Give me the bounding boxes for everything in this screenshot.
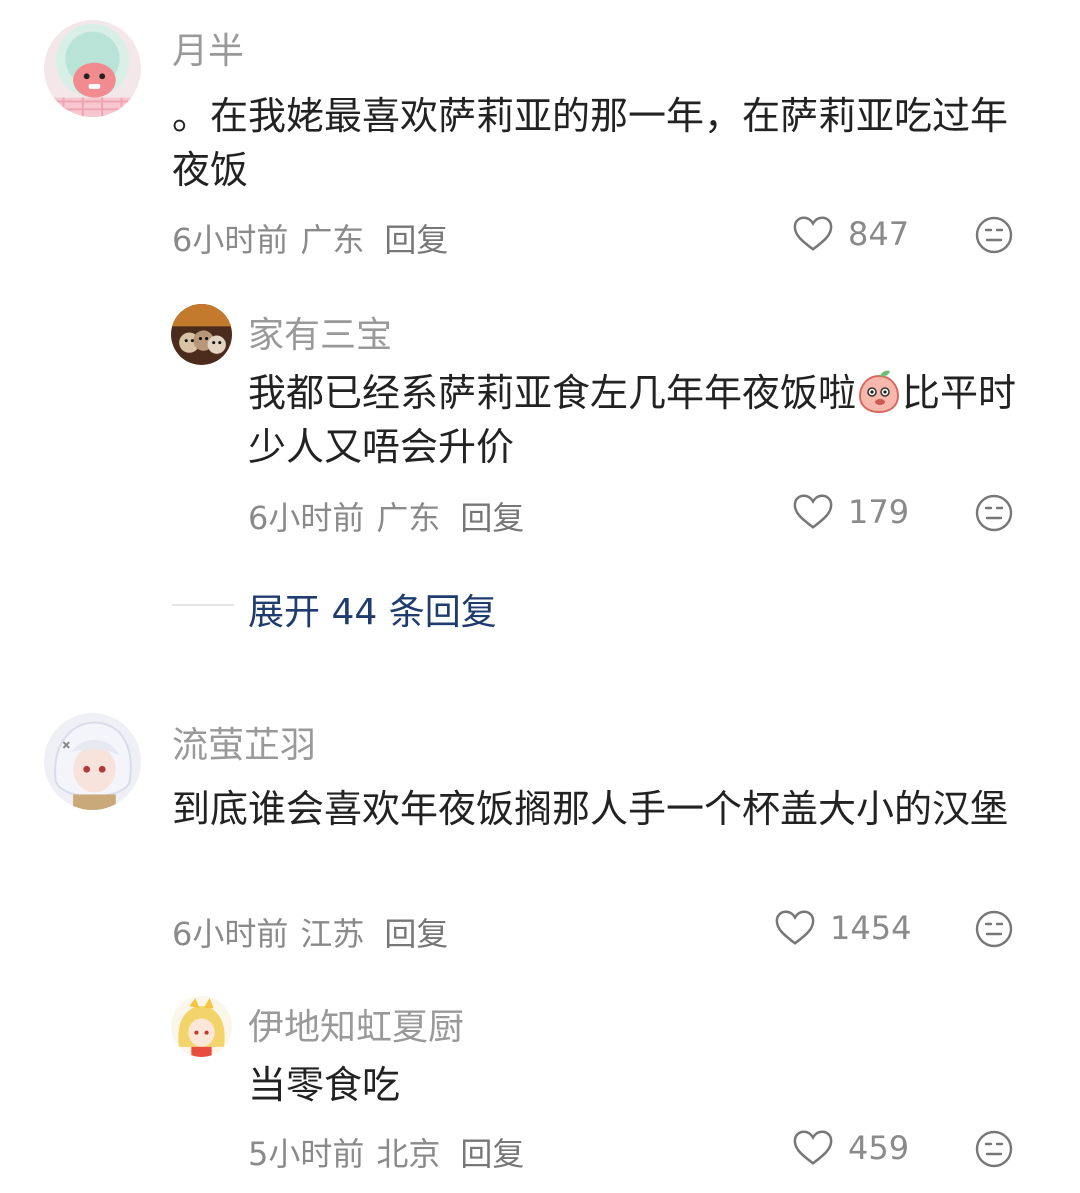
cats-photo-avatar-icon xyxy=(171,304,232,365)
user-avatar[interactable] xyxy=(44,20,141,117)
reply-button[interactable]: 回复 xyxy=(384,915,448,953)
dislike-face-icon[interactable] xyxy=(974,909,1014,949)
reply-meta: 6小时前 广东 回复 xyxy=(248,493,536,539)
comment-time: 6小时前 xyxy=(172,221,289,259)
like-count: 179 xyxy=(848,493,910,531)
reply-avatar[interactable] xyxy=(171,304,232,365)
anime-girl-avatar-icon xyxy=(44,713,141,810)
like-button[interactable]: 179 xyxy=(792,490,909,534)
heart-icon xyxy=(793,494,833,529)
reply-location: 北京 xyxy=(376,1135,441,1173)
comment-location: 广东 xyxy=(300,221,365,259)
like-count: 847 xyxy=(848,215,910,253)
dislike-face-icon[interactable] xyxy=(974,215,1014,255)
expand-replies-button[interactable]: 展开 44 条回复 xyxy=(248,583,497,635)
like-button[interactable]: 847 xyxy=(792,212,909,256)
comment-text[interactable]: 。在我姥最喜欢萨莉亚的那一年，在萨莉亚吃过年夜饭 xyxy=(172,89,1018,197)
reply-author[interactable]: 家有三宝 xyxy=(248,306,392,358)
dislike-face-icon[interactable] xyxy=(974,1129,1014,1169)
like-button[interactable]: 1454 xyxy=(774,906,911,950)
user-avatar[interactable] xyxy=(44,713,141,810)
heart-icon xyxy=(793,1130,833,1165)
like-button[interactable]: 459 xyxy=(792,1126,909,1170)
reply-avatar[interactable] xyxy=(171,996,232,1057)
comment-author[interactable]: 流萤芷羽 xyxy=(172,716,316,768)
reply-button[interactable]: 回复 xyxy=(384,221,448,259)
reply-time: 6小时前 xyxy=(248,499,365,537)
peach-emoji-icon xyxy=(859,370,900,414)
heart-icon xyxy=(775,910,815,945)
heart-icon xyxy=(793,216,833,251)
reply-author[interactable]: 伊地知虹夏厨 xyxy=(248,998,464,1050)
reply-text-part: 我都已经系萨莉亚食左几年年夜饭啦 xyxy=(248,371,857,415)
anime-blonde-avatar-icon xyxy=(171,996,232,1057)
reply-time: 5小时前 xyxy=(248,1135,365,1173)
reply-button[interactable]: 回复 xyxy=(460,1135,524,1173)
reply-meta: 5小时前 北京 回复 xyxy=(248,1129,536,1175)
comment-location: 江苏 xyxy=(300,915,365,953)
like-count: 1454 xyxy=(830,909,912,947)
comment-meta: 6小时前 江苏 回复 xyxy=(172,909,460,955)
expand-divider xyxy=(172,604,234,606)
reply-location: 广东 xyxy=(376,499,441,537)
dislike-face-icon[interactable] xyxy=(974,493,1014,533)
reply-text[interactable]: 当零食吃 xyxy=(248,1058,1018,1112)
comment-text[interactable]: 到底谁会喜欢年夜饭搁那人手一个杯盖大小的汉堡 xyxy=(172,782,1018,836)
plush-toy-avatar-icon xyxy=(44,20,141,117)
comment-meta: 6小时前 广东 回复 xyxy=(172,215,460,261)
like-count: 459 xyxy=(848,1129,910,1167)
reply-text[interactable]: 我都已经系萨莉亚食左几年年夜饭啦 比平时少人又唔会升价 xyxy=(248,366,1018,474)
reply-button[interactable]: 回复 xyxy=(460,499,524,537)
comment-time: 6小时前 xyxy=(172,915,289,953)
comment-author[interactable]: 月半 xyxy=(172,22,244,74)
